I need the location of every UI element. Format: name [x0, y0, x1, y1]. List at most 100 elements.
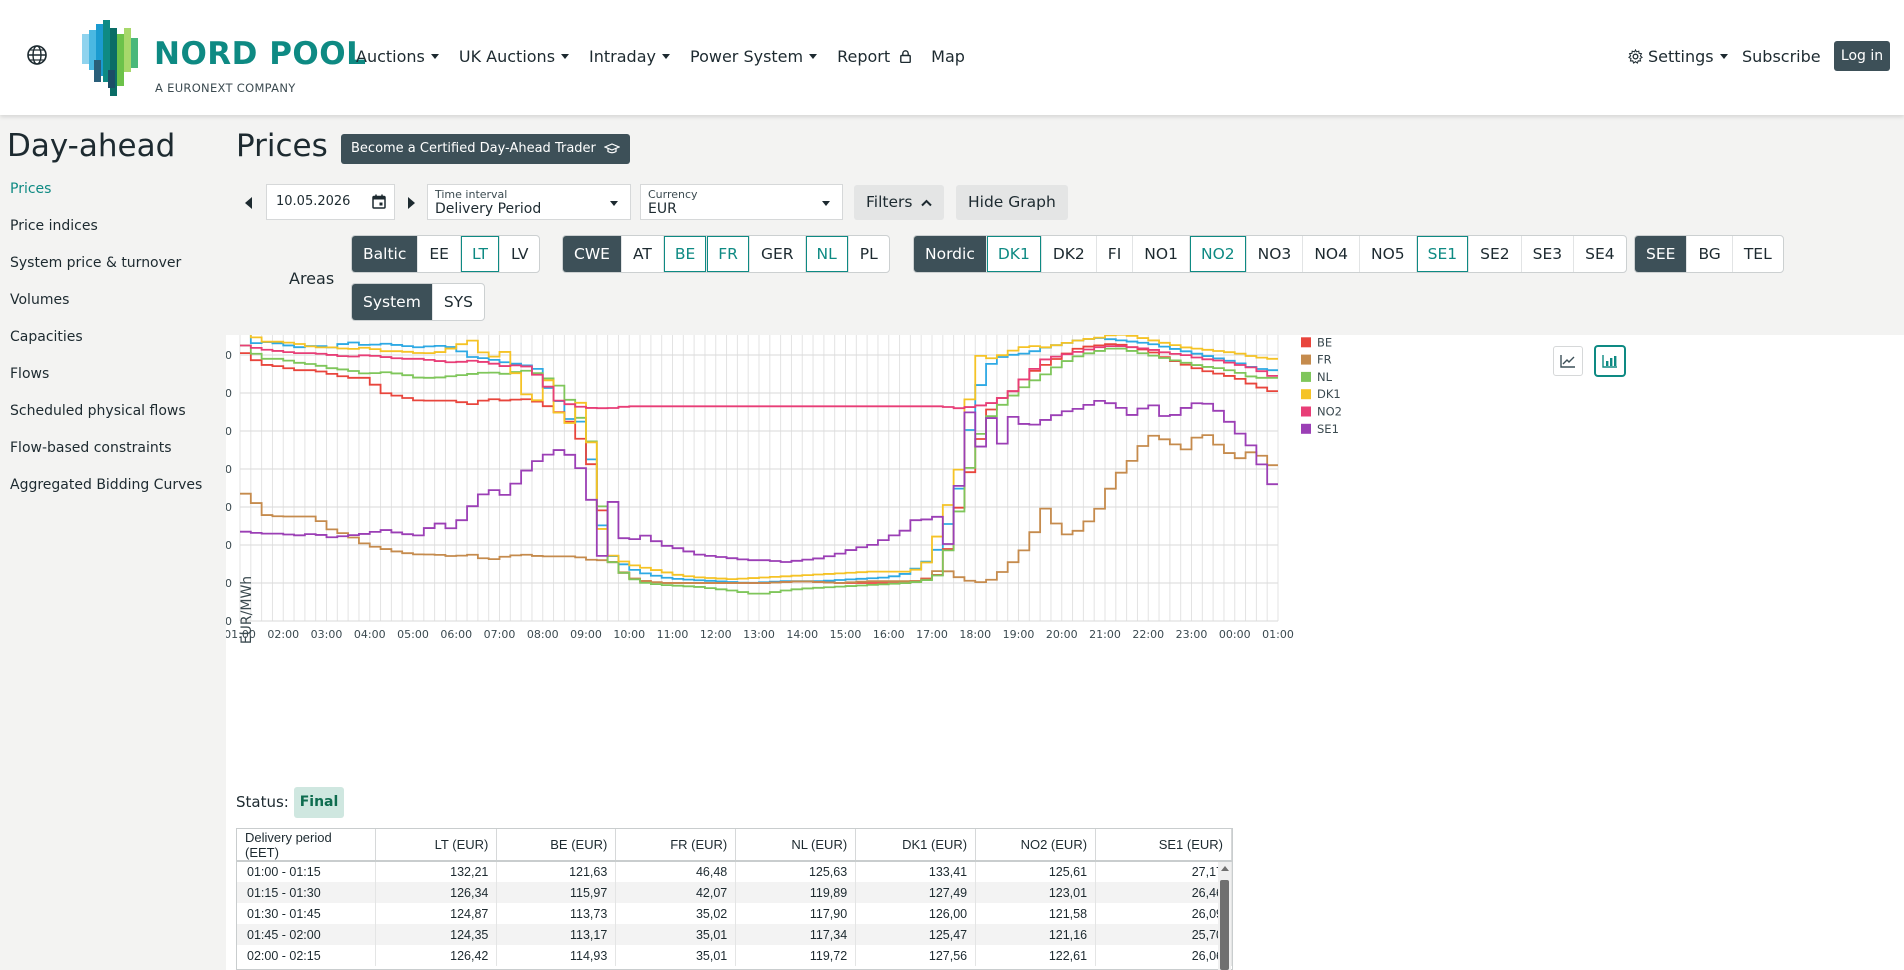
area-button-se4[interactable]: SE4 [1574, 236, 1626, 272]
area-group-head-cwe[interactable]: CWE [563, 236, 622, 272]
area-button-bg[interactable]: BG [1687, 236, 1733, 272]
gear-icon [1628, 49, 1643, 64]
subscribe-link[interactable]: Subscribe [1742, 47, 1821, 66]
legend-swatch-nl [1301, 371, 1311, 382]
table-cell: 121,16 [975, 924, 1097, 945]
y-tick-label: 40 [226, 501, 232, 514]
column-header[interactable]: Delivery period (EET) [237, 829, 377, 862]
area-group-head-see[interactable]: SEE [1635, 236, 1688, 272]
sidebar-item-system-price[interactable]: System price & turnover [10, 255, 202, 292]
sidebar-item-flow-based[interactable]: Flow-based constraints [10, 440, 202, 477]
legend-label-dk1: DK1 [1317, 387, 1341, 401]
area-button-lt[interactable]: LT [461, 236, 500, 272]
area-group-head-baltic[interactable]: Baltic [352, 236, 419, 272]
x-tick-label: 16:00 [873, 628, 905, 641]
settings-menu[interactable]: Settings [1628, 47, 1728, 66]
settings-label: Settings [1648, 47, 1714, 66]
scrollbar-thumb[interactable] [1220, 880, 1229, 970]
table-cell: 35,02 [615, 903, 737, 924]
area-button-ee[interactable]: EE [418, 236, 461, 272]
table-cell: 124,35 [375, 924, 498, 945]
nav-map[interactable]: Map [931, 47, 965, 66]
area-button-at[interactable]: AT [622, 236, 664, 272]
currency-value: EUR [648, 201, 677, 217]
nav-report[interactable]: Report [837, 47, 912, 66]
area-button-dk2[interactable]: DK2 [1042, 236, 1097, 272]
column-header[interactable]: NL (EUR) [735, 829, 857, 862]
sidebar-item-volumes[interactable]: Volumes [10, 292, 202, 329]
column-header[interactable]: BE (EUR) [496, 829, 617, 862]
table-cell: 01:00 - 01:15 [237, 861, 377, 882]
area-button-pl[interactable]: PL [849, 236, 889, 272]
area-button-no3[interactable]: NO3 [1247, 236, 1304, 272]
area-button-no1[interactable]: NO1 [1133, 236, 1190, 272]
table-cell: 126,34 [375, 882, 498, 903]
calendar-icon[interactable] [372, 194, 386, 209]
x-tick-label: 14:00 [786, 628, 818, 641]
site-header: NORD POOL A EURONEXT COMPANY Auctions UK… [0, 0, 1904, 115]
y-axis: -20020406080100120140 [226, 349, 232, 628]
area-button-ger[interactable]: GER [750, 236, 806, 272]
area-button-lv[interactable]: LV [500, 236, 540, 272]
nav-intraday[interactable]: Intraday [589, 47, 670, 66]
area-button-se1[interactable]: SE1 [1417, 236, 1470, 272]
sidebar-item-bidding-curves[interactable]: Aggregated Bidding Curves [10, 477, 202, 514]
time-interval-select[interactable]: Time interval Delivery Period [427, 184, 631, 220]
previous-date-icon[interactable] [245, 197, 252, 209]
x-axis: 01:00 02:00 03:00 04:00 05:00 06:00 07:00 08:00… [226, 628, 1294, 641]
date-picker[interactable]: 10.05.2026 [266, 184, 395, 220]
area-button-no4[interactable]: NO4 [1303, 236, 1360, 272]
area-button-fr[interactable]: FR [707, 236, 750, 272]
scroll-up-icon[interactable] [1221, 866, 1229, 871]
x-tick-label: 10:00 [613, 628, 645, 641]
nav-power-system[interactable]: Power System [690, 47, 818, 66]
area-group-system: System SYS [351, 283, 485, 321]
filters-label: Filters [866, 193, 913, 211]
chevron-down-icon [1719, 54, 1728, 59]
sidebar-item-price-indices[interactable]: Price indices [10, 218, 202, 255]
x-tick-label: 19:00 [1003, 628, 1035, 641]
area-button-se3[interactable]: SE3 [1522, 236, 1575, 272]
price-chart[interactable]: -20020406080100120140 01:0002:0003:0004:… [226, 335, 1646, 785]
area-button-fi[interactable]: FI [1097, 236, 1134, 272]
certified-trader-button[interactable]: Become a Certified Day-Ahead Trader [341, 134, 630, 164]
area-button-be[interactable]: BE [664, 236, 708, 272]
table-cell: 122,61 [975, 945, 1097, 966]
login-button[interactable]: Log in [1834, 41, 1890, 71]
sidebar-item-prices[interactable]: Prices [10, 181, 202, 218]
column-header[interactable]: FR (EUR) [615, 829, 737, 862]
area-group-head-nordic[interactable]: Nordic [914, 236, 987, 272]
area-button-dk1[interactable]: DK1 [987, 236, 1042, 272]
nav-uk-auctions[interactable]: UK Auctions [459, 47, 570, 66]
currency-select[interactable]: Currency EUR [640, 184, 843, 220]
prices-table: Delivery period (EET) LT (EUR) BE (EUR) FR … [236, 828, 1233, 970]
column-header[interactable]: SE1 (EUR) [1095, 829, 1232, 862]
table-cell: 124,87 [375, 903, 498, 924]
column-header[interactable]: LT (EUR) [375, 829, 498, 862]
globe-icon[interactable] [26, 44, 48, 66]
area-button-no2[interactable]: NO2 [1190, 236, 1247, 272]
table-cell: 115,97 [496, 882, 617, 903]
y-tick-label: 60 [226, 463, 232, 476]
x-tick-label: 07:00 [484, 628, 516, 641]
nav-auctions[interactable]: Auctions [356, 47, 439, 66]
table-scrollbar[interactable] [1218, 862, 1231, 970]
hide-graph-button[interactable]: Hide Graph [956, 185, 1068, 220]
area-button-no5[interactable]: NO5 [1360, 236, 1417, 272]
column-header[interactable]: DK1 (EUR) [855, 829, 977, 862]
table-cell: 113,73 [496, 903, 617, 924]
y-tick-label: -20 [226, 615, 232, 628]
filters-button[interactable]: Filters [854, 185, 945, 220]
area-button-sys[interactable]: SYS [433, 284, 484, 320]
legend-label-nl: NL [1317, 370, 1333, 384]
area-button-se2[interactable]: SE2 [1469, 236, 1522, 272]
area-group-head-system[interactable]: System [352, 284, 433, 320]
next-date-icon[interactable] [408, 197, 415, 209]
sidebar-item-scheduled-flows[interactable]: Scheduled physical flows [10, 403, 202, 440]
area-button-tel[interactable]: TEL [1733, 236, 1783, 272]
sidebar-item-capacities[interactable]: Capacities [10, 329, 202, 366]
y-tick-label: 100 [226, 387, 232, 400]
area-button-nl[interactable]: NL [806, 236, 849, 272]
sidebar-item-flows[interactable]: Flows [10, 366, 202, 403]
column-header[interactable]: NO2 (EUR) [975, 829, 1097, 862]
